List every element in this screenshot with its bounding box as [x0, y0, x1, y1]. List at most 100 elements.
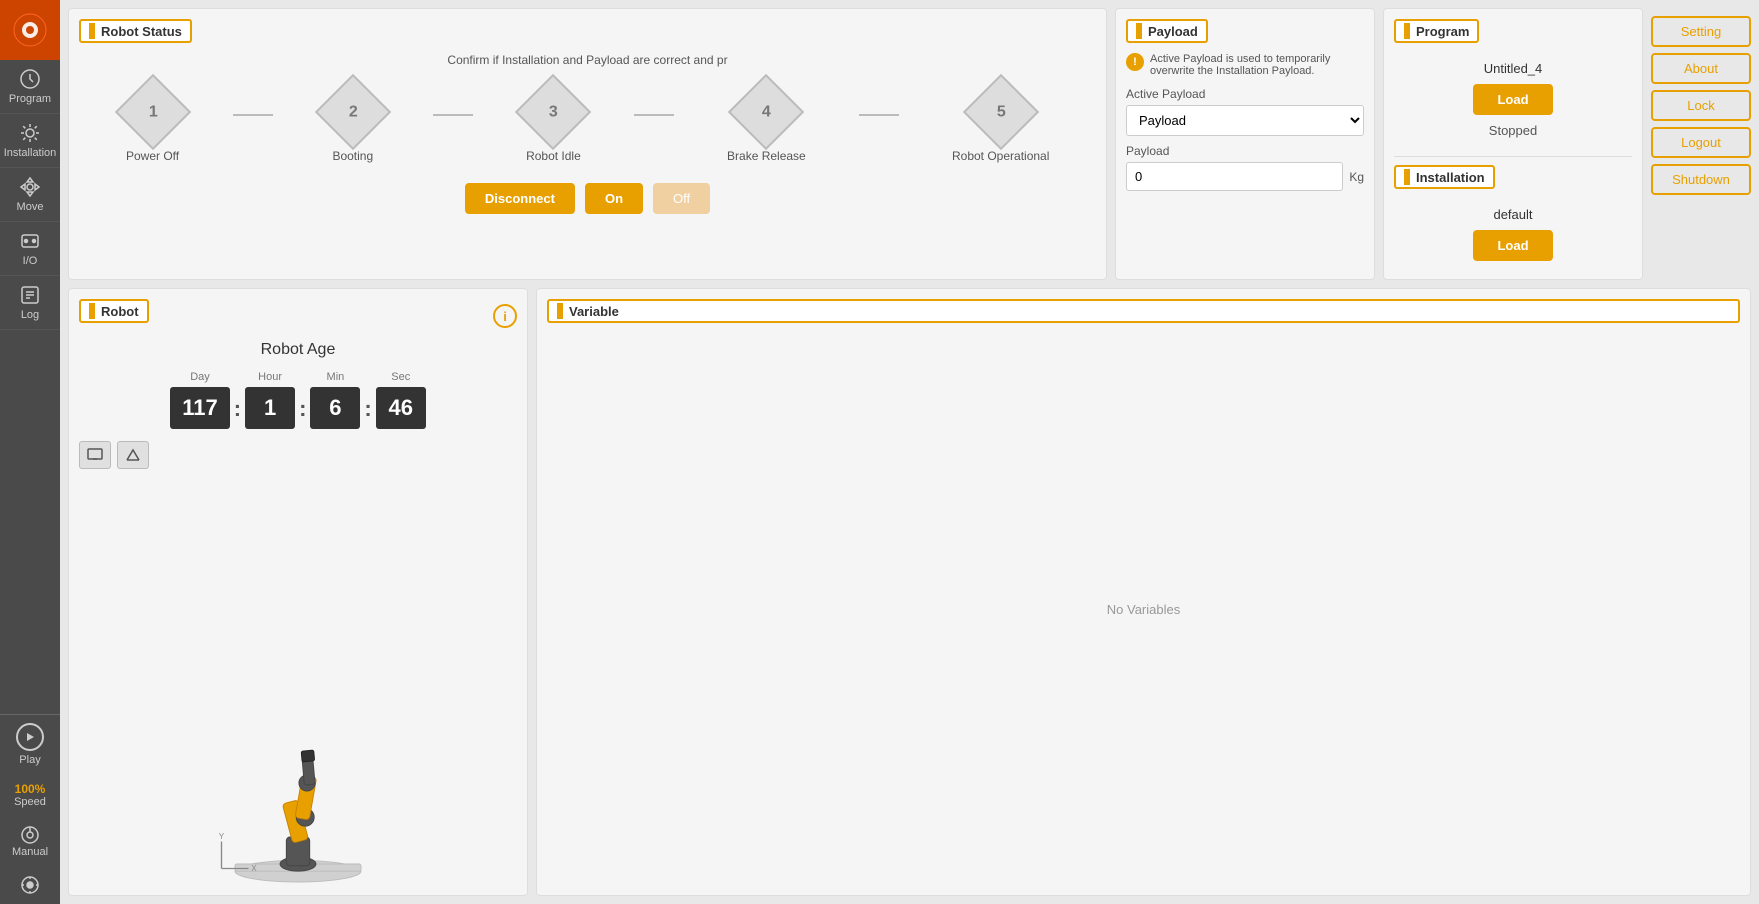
- payload-input[interactable]: [1126, 162, 1343, 191]
- setting-button[interactable]: Setting: [1651, 16, 1751, 47]
- sec-label: Sec: [391, 371, 410, 383]
- min-label: Min: [327, 371, 345, 383]
- lock-button[interactable]: Lock: [1651, 90, 1751, 121]
- sidebar-item-io[interactable]: I/O: [0, 222, 60, 276]
- step-3-label: Robot Idle: [526, 149, 581, 163]
- step-1-diamond: 1: [114, 74, 190, 150]
- day-value: 117: [170, 387, 230, 429]
- on-button[interactable]: On: [585, 183, 643, 214]
- step-2-diamond: 2: [315, 74, 391, 150]
- sidebar-manual-label: Manual: [12, 846, 48, 858]
- active-payload-select[interactable]: Payload: [1126, 105, 1364, 136]
- installation-load-button[interactable]: Load: [1473, 230, 1553, 261]
- robot-icons-row: [79, 441, 517, 469]
- step-1-label: Power Off: [126, 149, 179, 163]
- step-5-diamond: 5: [963, 74, 1039, 150]
- sidebar-item-installation[interactable]: Installation: [0, 114, 60, 168]
- play-circle-icon: [16, 723, 44, 751]
- step-booting: 2 Booting: [326, 85, 380, 163]
- speed-value: 100%: [15, 782, 46, 796]
- logout-button[interactable]: Logout: [1651, 127, 1751, 158]
- variable-panel: Variable No Variables: [536, 288, 1751, 896]
- robot-age-title: Robot Age: [79, 341, 517, 359]
- payload-warning: ! Active Payload is used to temporarily …: [1126, 53, 1364, 77]
- robot-arm-container: Y X: [79, 479, 517, 885]
- step-3-diamond: 3: [515, 74, 591, 150]
- step-5-label: Robot Operational: [952, 149, 1049, 163]
- sidebar-item-log[interactable]: Log: [0, 276, 60, 330]
- sidebar-logo[interactable]: [0, 0, 60, 60]
- status-steps-row: 1 Power Off 2 Booting 3 Robot Idle: [79, 75, 1096, 173]
- status-buttons: Disconnect On Off: [79, 183, 1096, 214]
- step-4-diamond: 4: [728, 74, 804, 150]
- payload-warning-text: Active Payload is used to temporarily ov…: [1150, 53, 1364, 77]
- off-button[interactable]: Off: [653, 183, 710, 214]
- timer-hour-col: Hour 1: [245, 371, 295, 429]
- sidebar: Program Installation Move I/O Log: [0, 0, 60, 904]
- step-robot-operational: 5 Robot Operational: [952, 85, 1049, 163]
- shutdown-button[interactable]: Shutdown: [1651, 164, 1751, 195]
- colon-1: :: [234, 396, 241, 422]
- installation-filename: default: [1493, 207, 1532, 222]
- robot-status-title: Robot Status: [79, 19, 192, 43]
- sidebar-item-settings[interactable]: [0, 866, 60, 904]
- main-content: Robot Status Confirm if Installation and…: [60, 0, 1759, 904]
- step-power-off: 1 Power Off: [126, 85, 180, 163]
- timer-sec-col: Sec 46: [376, 371, 426, 429]
- payload-field-label: Payload: [1126, 144, 1364, 158]
- active-payload-label: Active Payload: [1126, 87, 1364, 101]
- sidebar-log-label: Log: [21, 309, 39, 321]
- installation-title: Installation: [1394, 165, 1495, 189]
- robot-panel-title: Robot: [79, 299, 149, 323]
- step-connector-4: [859, 114, 899, 116]
- info-icon[interactable]: i: [493, 304, 517, 328]
- day-label: Day: [190, 371, 210, 383]
- timer-min-col: Min 6: [310, 371, 360, 429]
- payload-panel: Payload ! Active Payload is used to temp…: [1115, 8, 1375, 280]
- about-button[interactable]: About: [1651, 53, 1751, 84]
- sidebar-program-label: Program: [9, 93, 51, 105]
- payload-title: Payload: [1126, 19, 1208, 43]
- confirm-text: Confirm if Installation and Payload are …: [79, 53, 1096, 67]
- program-filename: Untitled_4: [1484, 61, 1543, 76]
- robot-arm-svg: Y X: [208, 735, 388, 885]
- program-status: Stopped: [1489, 123, 1537, 138]
- hour-label: Hour: [258, 371, 282, 383]
- right-buttons: Setting About Lock Logout Shutdown: [1651, 8, 1751, 280]
- sidebar-move-label: Move: [17, 201, 44, 213]
- sidebar-item-speed[interactable]: 100% Speed: [0, 774, 60, 816]
- sidebar-speed-label: Speed: [14, 796, 46, 808]
- sidebar-installation-label: Installation: [4, 147, 57, 159]
- robot-icon-btn-2[interactable]: [117, 441, 149, 469]
- svg-text:X: X: [251, 864, 257, 873]
- installation-content: default Load: [1394, 199, 1632, 269]
- payload-unit: Kg: [1349, 170, 1364, 184]
- robot-status-panel: Robot Status Confirm if Installation and…: [68, 8, 1107, 280]
- sidebar-item-move[interactable]: Move: [0, 168, 60, 222]
- step-connector-3: [634, 114, 674, 116]
- sidebar-io-label: I/O: [23, 255, 38, 267]
- step-connector-2: [433, 114, 473, 116]
- sidebar-item-program[interactable]: Program: [0, 60, 60, 114]
- sidebar-item-play[interactable]: Play: [0, 715, 60, 774]
- sidebar-item-manual[interactable]: Manual: [0, 816, 60, 866]
- step-connector-1: [233, 114, 273, 116]
- robot-icon-btn-1[interactable]: [79, 441, 111, 469]
- no-variables-text: No Variables: [547, 333, 1740, 885]
- step-robot-idle: 3 Robot Idle: [526, 85, 581, 163]
- timer-day-col: Day 117: [170, 371, 230, 429]
- variable-panel-title: Variable: [547, 299, 1740, 323]
- program-content: Untitled_4 Load Stopped: [1394, 53, 1632, 146]
- payload-input-row: Kg: [1126, 162, 1364, 191]
- disconnect-button[interactable]: Disconnect: [465, 183, 575, 214]
- sec-value: 46: [376, 387, 426, 429]
- bottom-section: Robot i Robot Age Day 117 : Hour 1 : Min: [60, 288, 1759, 904]
- program-load-button[interactable]: Load: [1473, 84, 1553, 115]
- step-brake-release: 4 Brake Release: [727, 85, 806, 163]
- program-panel: Program Untitled_4 Load Stopped Installa…: [1383, 8, 1643, 280]
- hour-value: 1: [245, 387, 295, 429]
- colon-2: :: [299, 396, 306, 422]
- sidebar-play-label: Play: [19, 754, 40, 766]
- warning-icon: !: [1126, 53, 1144, 71]
- min-value: 6: [310, 387, 360, 429]
